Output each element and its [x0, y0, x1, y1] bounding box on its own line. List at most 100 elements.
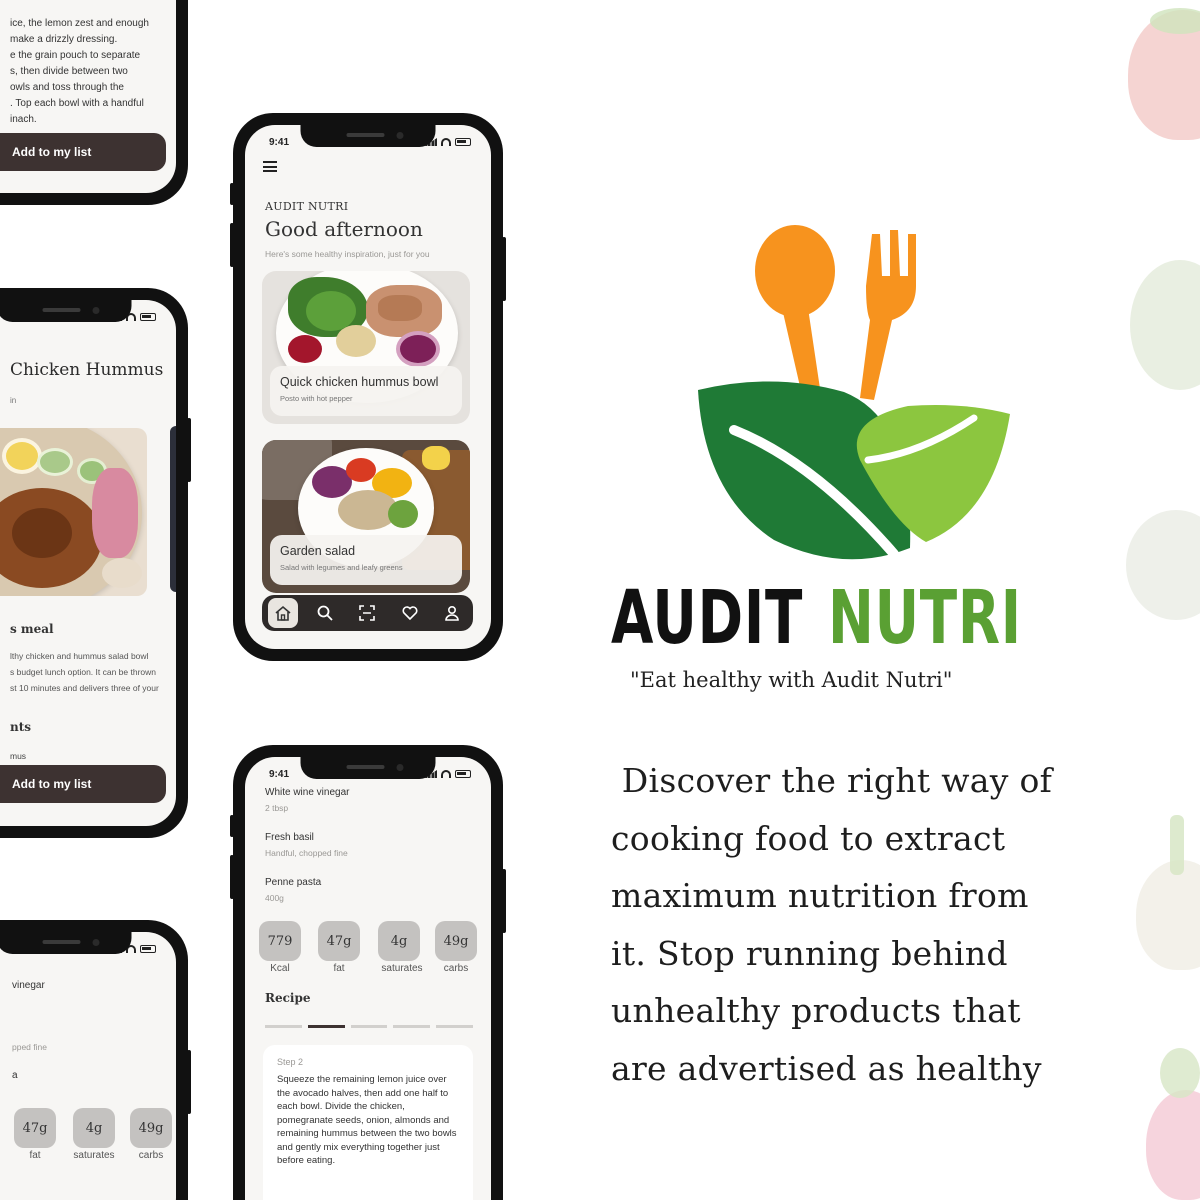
side-button [230, 223, 234, 267]
side-button [230, 815, 234, 837]
nutrition-kcal: 779 [259, 921, 301, 961]
step-indicator[interactable] [393, 1025, 431, 1028]
nav-profile[interactable] [437, 598, 467, 628]
decor-radish-icon [1146, 1090, 1200, 1200]
instructions-text: ice, the lemon zest and enough make a dr… [10, 16, 149, 128]
instruction-line: . Top each bowl with a handful [10, 98, 144, 109]
recipe-card-label: Quick chicken hummus bowl Posto with hot… [270, 366, 462, 416]
nutrition-saturates: 4g [378, 921, 420, 961]
nav-home[interactable] [268, 598, 299, 628]
phone-recipe-instructions: ice, the lemon zest and enough make a dr… [0, 0, 188, 205]
nav-scan[interactable] [352, 598, 382, 628]
ingredient-name: Fresh basil [265, 832, 314, 843]
nutrition-label: saturates [73, 1150, 115, 1161]
recipe-card[interactable]: Garden salad Salad with legumes and leaf… [262, 440, 470, 593]
heart-icon [402, 606, 418, 621]
ingredient-qty: pped fine [12, 1042, 47, 1052]
home-icon [275, 605, 291, 621]
add-to-list-button[interactable]: Add to my list [0, 765, 166, 803]
status-time: 9:41 [269, 768, 290, 780]
wifi-icon [441, 138, 451, 146]
nutrition-label: carbs [443, 963, 469, 974]
instruction-line: inach. [10, 114, 37, 125]
battery-icon [455, 770, 471, 778]
ingredient-qty: 400g [265, 893, 284, 903]
side-button [502, 869, 506, 933]
tagline: "Eat healthy with Audit Nutri" [630, 668, 953, 692]
nav-search[interactable] [310, 598, 340, 628]
brand-name-nutri: NUTRI [828, 575, 1022, 661]
greeting: Good afternoon [265, 217, 423, 241]
nutrition-label: saturates [381, 963, 423, 974]
decor-radish-leaves-icon [1160, 1048, 1200, 1098]
step-text: Squeeze the remaining lemon juice over t… [277, 1074, 457, 1166]
step-label: Step 2 [277, 1057, 304, 1067]
instruction-line: ice, the lemon zest and enough [10, 18, 149, 29]
pitch-line: Discover the right way of [611, 761, 1053, 800]
decor-onion-stem-icon [1170, 815, 1184, 875]
description-line: lthy chicken and hummus salad bowl [10, 651, 149, 661]
recipe-title: Chicken Hummus [10, 360, 164, 380]
side-button [187, 418, 191, 482]
nutrition-carbs: 49g [435, 921, 477, 961]
pitch-line: are advertised as healthy [611, 1048, 1042, 1088]
battery-icon [140, 945, 156, 953]
ingredient-name: a [12, 1070, 18, 1081]
recipe-meta: in [10, 396, 17, 405]
section-heading-ingredients: nts [10, 720, 32, 734]
ingredient-name: mus [10, 751, 27, 761]
recipe-card[interactable]: Quick chicken hummus bowl Posto with hot… [262, 271, 470, 424]
battery-icon [140, 313, 156, 321]
recipe-heading: Recipe [265, 991, 311, 1005]
recipe-card-subtitle: Posto with hot pepper [280, 394, 353, 403]
step-indicator[interactable] [350, 1025, 388, 1028]
recipe-card-title: Garden salad [280, 544, 356, 558]
step-indicator[interactable] [265, 1025, 302, 1028]
recipe-description: lthy chicken and hummus salad bowl s bud… [10, 648, 159, 696]
phone-ingredients: 9:41 White wine vinegar 2 tbsp Fresh bas… [230, 745, 506, 1200]
audit-nutri-logo-icon [698, 225, 1010, 560]
nutrition-saturates: 4g [73, 1108, 115, 1148]
nutrition-fat: 47g [14, 1108, 56, 1148]
pitch-text: Discover the right way of cooking food t… [611, 752, 1091, 1097]
scan-icon [359, 605, 376, 621]
nav-favorites[interactable] [395, 598, 425, 628]
pitch-line: cooking food to extract [611, 818, 1006, 858]
bottom-nav [262, 595, 473, 631]
phone-ingredients-left: vinegar pped fine a 47g fat 4g saturates… [0, 920, 191, 1200]
ingredient-qty: 2 tbsp [265, 803, 289, 813]
nutrition-label: fat [29, 1150, 41, 1161]
recipe-image [0, 428, 147, 596]
menu-icon[interactable] [263, 161, 277, 172]
step-card: Step 2 Squeeze the remaining lemon juice… [263, 1045, 473, 1200]
ingredient-qty: Handful, chopped fine [265, 848, 348, 858]
side-button [187, 1050, 191, 1114]
battery-icon [455, 138, 471, 146]
side-button [502, 237, 506, 301]
notch [0, 932, 132, 954]
status-time: 9:41 [269, 136, 290, 148]
step-indicator[interactable] [436, 1025, 473, 1028]
search-icon [317, 605, 333, 621]
pitch-line: maximum nutrition from [611, 876, 1029, 915]
app-brand-label: AUDIT NUTRI [265, 200, 349, 213]
decor-cauliflower-icon [1126, 510, 1200, 620]
side-button [230, 183, 234, 205]
decor-onion-icon [1136, 860, 1200, 970]
recipe-card-subtitle: Salad with legumes and leafy greens [280, 563, 403, 572]
description-line: s budget lunch option. It can be thrown [10, 667, 157, 677]
step-indicator-active[interactable] [307, 1025, 345, 1028]
section-heading-meal: s meal [10, 622, 54, 636]
ingredient-name: Penne pasta [265, 877, 322, 888]
add-to-list-button[interactable]: Add to my list [0, 133, 166, 171]
ingredient-name: White wine vinegar [265, 787, 350, 798]
instruction-line: make a drizzly dressing. [10, 34, 118, 45]
phone-screen: vinegar pped fine a 47g fat 4g saturates… [0, 932, 176, 1200]
nutrition-label: carbs [138, 1150, 164, 1161]
instruction-line: owls and toss through the [10, 82, 124, 93]
nutrition-carbs: 49g [130, 1108, 172, 1148]
ingredient-name: vinegar [12, 980, 45, 991]
nutrition-fat: 47g [318, 921, 360, 961]
side-button [230, 855, 234, 899]
notch [300, 757, 436, 779]
